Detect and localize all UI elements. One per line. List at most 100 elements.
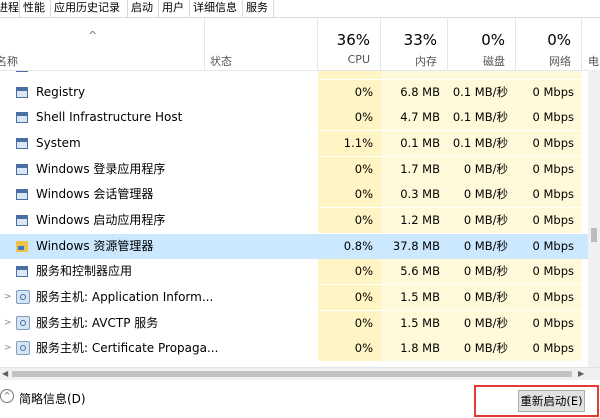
restart-button[interactable]: 重新启动(E) [518, 390, 585, 412]
window-icon [16, 164, 28, 175]
network-column-header[interactable]: 0% 网络 [516, 18, 582, 70]
disk-value: 0 MB/秒 [448, 208, 516, 233]
horizontal-scroll-thumb[interactable] [12, 371, 572, 377]
process-name: Windows 会话管理器 [36, 187, 154, 201]
cpu-column-label: CPU [347, 53, 370, 66]
vertical-scrollbar[interactable] [588, 70, 600, 368]
memory-value: 6.8 MB [381, 80, 448, 105]
power-column-label: 电 [588, 55, 599, 68]
network-value: 0 Mbps [516, 182, 582, 207]
process-name: Windows 启动应用程序 [36, 213, 166, 227]
disk-value: 0 MB/秒 [448, 336, 516, 361]
memory-total-percent: 33% [403, 31, 437, 49]
tab-users[interactable]: 用户 [159, 0, 190, 17]
cpu-value: 0% [318, 157, 381, 182]
network-value: 0 Mbps [532, 239, 575, 253]
network-value: 0 Mbps [516, 80, 582, 105]
network-value: 0 Mbps [516, 157, 582, 182]
cpu-column-header[interactable]: 36% CPU [318, 18, 381, 70]
table-row[interactable] [0, 71, 588, 79]
expand-chevron-icon[interactable]: > [4, 285, 12, 310]
disk-value: 0 MB/秒 [448, 311, 516, 336]
process-name: Windows 登录应用程序 [36, 162, 166, 176]
gear-icon [16, 341, 30, 355]
vertical-scroll-thumb[interactable] [591, 228, 597, 242]
table-row[interactable]: Windows 启动应用程序 0% 1.2 MB 0 MB/秒 0 Mbps [0, 208, 588, 233]
network-column-label: 网络 [549, 55, 571, 68]
cpu-value: 0% [318, 182, 381, 207]
tab-app-history[interactable]: 应用历史记录 [51, 0, 128, 17]
scroll-right-arrow-icon[interactable]: ▶ [578, 368, 584, 380]
cpu-value [318, 71, 381, 79]
scroll-left-arrow-icon[interactable]: ◀ [2, 368, 8, 380]
memory-column-header[interactable]: 33% 内存 [381, 18, 448, 70]
tab-services[interactable]: 服务 [243, 0, 274, 17]
cpu-value: 0% [318, 336, 381, 361]
disk-value: 0.1 MB/秒 [448, 105, 516, 130]
sort-ascending-icon: ^ [88, 29, 98, 42]
disk-value: 0 MB/秒 [448, 285, 516, 310]
table-row-selected[interactable]: Windows 资源管理器 0.8% 37.8 MB 0 MB/秒 0 Mbps [0, 234, 588, 259]
column-header: ^ 名称 状态 36% CPU 33% 内存 0% 磁盘 0% 网络 电 [0, 18, 600, 71]
process-name: 服务和控制器应用 [36, 264, 133, 278]
status-column-header[interactable]: 状态 [205, 18, 318, 70]
tab-details[interactable]: 详细信息 [190, 0, 243, 17]
table-row[interactable]: > 服务主机: Certificate Propaga... 0% 1.8 MB… [0, 336, 588, 361]
network-value: 0 Mbps [516, 285, 582, 310]
memory-value: 1.5 MB [381, 285, 448, 310]
table-row[interactable]: Windows 会话管理器 0% 0.3 MB 0 MB/秒 0 Mbps [0, 182, 588, 207]
disk-value: 0 MB/秒 [463, 239, 508, 253]
disk-value: 0 MB/秒 [448, 157, 516, 182]
table-row[interactable]: > 服务主机: Application Inform... 0% 1.5 MB … [0, 285, 588, 310]
window-icon [16, 87, 28, 98]
cpu-value: 0% [318, 311, 381, 336]
disk-column-label: 磁盘 [483, 55, 505, 68]
network-value: 0 Mbps [516, 311, 582, 336]
name-column-label: 名称 [0, 55, 18, 68]
collapse-chevron-icon[interactable]: ^ [0, 389, 14, 403]
status-column-label: 状态 [210, 55, 232, 68]
expand-chevron-icon[interactable]: > [4, 336, 12, 361]
network-value: 0 Mbps [516, 131, 582, 156]
memory-value: 0.1 MB [381, 131, 448, 156]
window-icon [16, 112, 28, 123]
memory-value [381, 71, 448, 79]
cpu-value: 0% [318, 285, 381, 310]
disk-value [448, 71, 516, 79]
tab-processes[interactable]: 进程 [0, 0, 20, 17]
folder-icon [16, 241, 28, 252]
table-row[interactable]: Shell Infrastructure Host 0% 4.7 MB 0.1 … [0, 105, 588, 130]
cpu-value: 0% [318, 208, 381, 233]
network-value [516, 71, 582, 79]
tab-performance[interactable]: 性能 [20, 0, 51, 17]
window-icon [16, 266, 28, 277]
window-icon [16, 189, 28, 200]
cpu-value: 1.1% [318, 131, 381, 156]
process-name: System [36, 136, 81, 150]
disk-column-header[interactable]: 0% 磁盘 [448, 18, 516, 70]
gear-icon [16, 290, 30, 304]
table-row[interactable]: Windows 登录应用程序 0% 1.7 MB 0 MB/秒 0 Mbps [0, 157, 588, 182]
memory-value: 1.5 MB [381, 311, 448, 336]
disk-value: 0 MB/秒 [448, 259, 516, 284]
memory-value: 4.7 MB [381, 105, 448, 130]
expand-chevron-icon[interactable]: > [4, 311, 12, 336]
table-row[interactable]: 服务和控制器应用 0% 5.6 MB 0 MB/秒 0 Mbps [0, 259, 588, 284]
name-column-header[interactable]: ^ 名称 [0, 18, 205, 70]
cpu-value: 0% [318, 80, 381, 105]
tab-startup[interactable]: 启动 [128, 0, 159, 17]
cpu-value: 0% [318, 259, 381, 284]
memory-value: 1.7 MB [381, 157, 448, 182]
disk-total-percent: 0% [481, 31, 505, 49]
table-row[interactable]: > 服务主机: AVCTP 服务 0% 1.5 MB 0 MB/秒 0 Mbps [0, 311, 588, 336]
process-list: Registry 0% 6.8 MB 0.1 MB/秒 0 Mbps Shell… [0, 71, 588, 367]
network-value: 0 Mbps [516, 105, 582, 130]
memory-column-label: 内存 [415, 55, 437, 68]
network-value: 0 Mbps [516, 259, 582, 284]
power-column-header[interactable]: 电 [582, 18, 600, 70]
cpu-total-percent: 36% [336, 31, 370, 49]
table-row[interactable]: Registry 0% 6.8 MB 0.1 MB/秒 0 Mbps [0, 80, 588, 105]
fewer-details-link[interactable]: 简略信息(D) [19, 390, 86, 407]
horizontal-scrollbar[interactable]: ◀ ▶ [0, 367, 600, 380]
table-row[interactable]: System 1.1% 0.1 MB 0.1 MB/秒 0 Mbps [0, 131, 588, 156]
